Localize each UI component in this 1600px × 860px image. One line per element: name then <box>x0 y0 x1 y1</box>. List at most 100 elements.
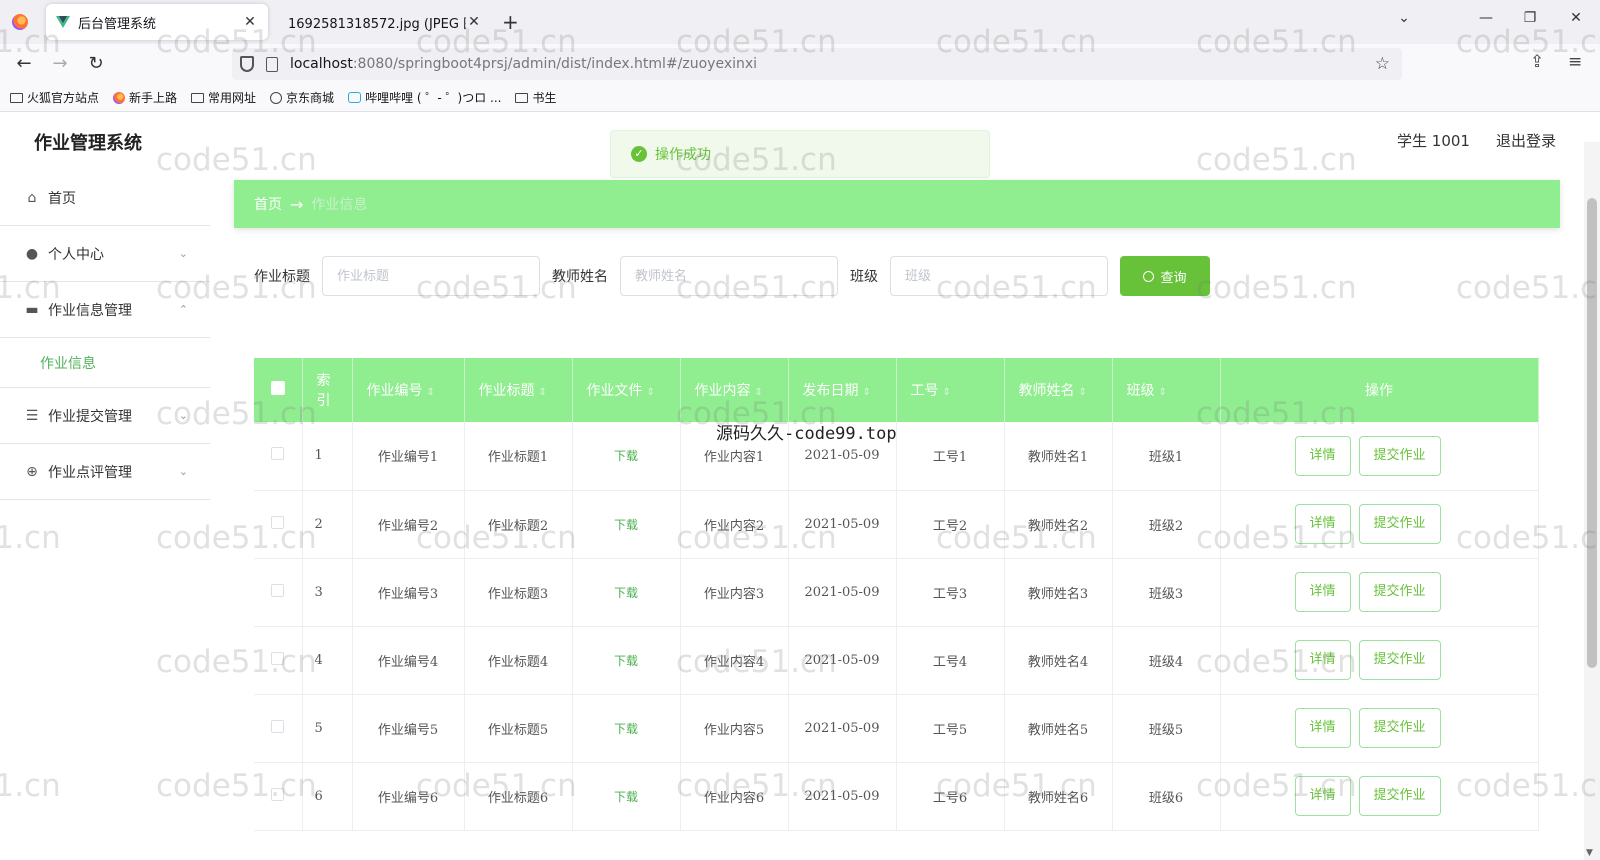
detail-button[interactable]: 详情 <box>1294 640 1351 680</box>
sidebar-item-home[interactable]: ⌂ 首页 <box>0 170 210 226</box>
cell-publish-date: 2021-05-09 <box>788 694 897 763</box>
bookmark-firefox-site[interactable]: 火狐官方站点 <box>10 89 99 106</box>
shield-icon[interactable] <box>240 56 254 72</box>
teacher-search-input[interactable] <box>620 256 838 296</box>
header-class[interactable]: 班级 ⇕ <box>1112 358 1221 422</box>
submit-homework-button[interactable]: 提交作业 <box>1358 640 1441 680</box>
page-scrollbar[interactable]: ▼ <box>1584 142 1600 860</box>
scroll-down-arrow-icon[interactable]: ▼ <box>1586 848 1593 858</box>
cell-homework-title: 作业标题6 <box>464 762 573 831</box>
sort-icon[interactable]: ⇕ <box>1079 387 1087 398</box>
close-icon[interactable]: ✕ <box>242 14 258 30</box>
back-arrow-icon[interactable]: ← <box>12 52 36 76</box>
cell-staff-no: 工号2 <box>896 490 1005 559</box>
header-homework-title[interactable]: 作业标题 ⇕ <box>464 358 573 422</box>
cell-publish-date: 2021-05-09 <box>788 490 897 559</box>
cell-homework-no: 作业编号2 <box>352 490 465 559</box>
cell-homework-file: 下载 <box>572 694 681 763</box>
logout-link[interactable]: 退出登录 <box>1496 130 1556 151</box>
sort-icon[interactable]: ⇕ <box>647 387 655 398</box>
download-link[interactable]: 下载 <box>614 722 638 736</box>
download-link[interactable]: 下载 <box>614 518 638 532</box>
detail-button[interactable]: 详情 <box>1294 776 1351 816</box>
header-staff-no[interactable]: 工号 ⇕ <box>896 358 1005 422</box>
header-homework-file[interactable]: 作业文件 ⇕ <box>572 358 681 422</box>
bookmark-common-sites[interactable]: 常用网址 <box>191 89 256 106</box>
bookmark-label: 常用网址 <box>208 91 257 105</box>
cell-publish-date: 2021-05-09 <box>788 558 897 627</box>
minimize-icon[interactable]: — <box>1476 10 1496 26</box>
row-select-cell <box>254 762 303 831</box>
breadcrumb-home[interactable]: 首页 <box>254 194 282 214</box>
sidebar-item-homework-info[interactable]: 作业信息 <box>0 338 210 388</box>
sort-icon[interactable]: ⇕ <box>427 387 435 398</box>
row-checkbox[interactable] <box>271 515 285 529</box>
firefox-menu-button[interactable] <box>8 10 32 34</box>
bookmark-bilibili[interactable]: 哔哩哔哩 ( ゜- ゜)つロ ... <box>348 89 501 106</box>
tab-admin-system[interactable]: 后台管理系统 ✕ <box>46 4 268 40</box>
download-link[interactable]: 下载 <box>614 654 638 668</box>
bookmark-jd[interactable]: 京东商城 <box>270 89 334 106</box>
tab-list-chevron-icon[interactable]: ⌄ <box>1394 10 1414 26</box>
submit-homework-button[interactable]: 提交作业 <box>1358 708 1441 748</box>
row-checkbox[interactable] <box>271 447 285 461</box>
header-teacher-name[interactable]: 教师姓名 ⇕ <box>1004 358 1113 422</box>
url-path: :8080/springboot4prsj/admin/dist/index.h… <box>352 56 758 72</box>
new-tab-button[interactable]: + <box>502 10 519 34</box>
tab-jpeg-image[interactable]: 1692581318572.jpg (JPEG 图像, ✕ <box>270 4 492 40</box>
sidebar-item-homework-review-mgmt[interactable]: ⊕ 作业点评管理 ⌄ <box>0 444 210 500</box>
url-bar[interactable]: localhost:8080/springboot4prsj/admin/dis… <box>232 48 1402 80</box>
sidebar-item-label: 首页 <box>48 190 76 207</box>
extensions-icon[interactable]: ⇪ <box>1530 52 1544 72</box>
query-button[interactable]: 查询 <box>1120 256 1210 296</box>
submit-homework-button[interactable]: 提交作业 <box>1358 572 1441 612</box>
cell-teacher-name: 教师姓名4 <box>1004 626 1113 695</box>
chevron-down-icon: ⌄ <box>178 409 188 422</box>
reload-icon[interactable]: ↻ <box>84 52 108 76</box>
sort-icon[interactable]: ⇕ <box>863 387 871 398</box>
app-container: 作业管理系统 ⌂ 首页 ● 个人中心 ⌄ ▬ 作业信息管理 ⌃ 作业信息 ☰ 作… <box>0 112 1600 860</box>
cell-staff-no: 工号4 <box>896 626 1005 695</box>
detail-button[interactable]: 详情 <box>1294 435 1351 476</box>
cell-operation: 详情 提交作业 <box>1220 490 1539 559</box>
scrollbar-thumb[interactable] <box>1587 198 1597 668</box>
detail-button[interactable]: 详情 <box>1294 504 1351 544</box>
select-all-checkbox[interactable] <box>270 381 285 395</box>
download-link[interactable]: 下载 <box>614 586 638 600</box>
menu-hamburger-icon[interactable]: ≡ <box>1568 52 1582 72</box>
sort-icon[interactable]: ⇕ <box>755 387 763 398</box>
close-icon[interactable]: ✕ <box>466 14 482 30</box>
row-checkbox[interactable] <box>271 719 285 733</box>
cell-teacher-name: 教师姓名6 <box>1004 762 1113 831</box>
sort-icon[interactable]: ⇕ <box>1159 387 1167 398</box>
sidebar-item-personal-center[interactable]: ● 个人中心 ⌄ <box>0 226 210 282</box>
header-homework-no[interactable]: 作业编号 ⇕ <box>352 358 465 422</box>
submit-homework-button[interactable]: 提交作业 <box>1358 504 1441 544</box>
sidebar-item-homework-info-mgmt[interactable]: ▬ 作业信息管理 ⌃ <box>0 282 210 338</box>
download-link[interactable]: 下载 <box>614 790 638 804</box>
row-checkbox[interactable] <box>271 651 285 665</box>
row-checkbox[interactable] <box>271 787 285 801</box>
header-homework-content[interactable]: 作业内容 ⇕ <box>680 358 789 422</box>
submit-homework-button[interactable]: 提交作业 <box>1358 435 1441 476</box>
folder-icon <box>515 92 529 103</box>
detail-button[interactable]: 详情 <box>1294 708 1351 748</box>
submit-homework-button[interactable]: 提交作业 <box>1358 776 1441 816</box>
bookmark-shusheng[interactable]: 书生 <box>515 89 556 106</box>
sort-icon[interactable]: ⇕ <box>943 387 951 398</box>
header-publish-date[interactable]: 发布日期 ⇕ <box>788 358 897 422</box>
window-close-icon[interactable]: ✕ <box>1566 10 1586 26</box>
page-icon[interactable] <box>266 56 278 72</box>
restore-icon[interactable]: ❐ <box>1520 10 1540 26</box>
title-search-input[interactable] <box>322 256 540 296</box>
download-link[interactable]: 下载 <box>614 449 638 463</box>
detail-button[interactable]: 详情 <box>1294 572 1351 612</box>
bookmark-getting-started[interactable]: 新手上路 <box>113 89 177 106</box>
class-search-input[interactable] <box>890 256 1108 296</box>
user-label: 学生 1001 <box>1397 132 1470 150</box>
row-checkbox[interactable] <box>271 583 285 597</box>
sidebar-item-homework-submit-mgmt[interactable]: ☰ 作业提交管理 ⌄ <box>0 388 210 444</box>
sort-icon[interactable]: ⇕ <box>539 387 547 398</box>
bookmark-star-icon[interactable]: ☆ <box>1375 54 1390 74</box>
forward-arrow-icon[interactable]: → <box>48 52 72 76</box>
